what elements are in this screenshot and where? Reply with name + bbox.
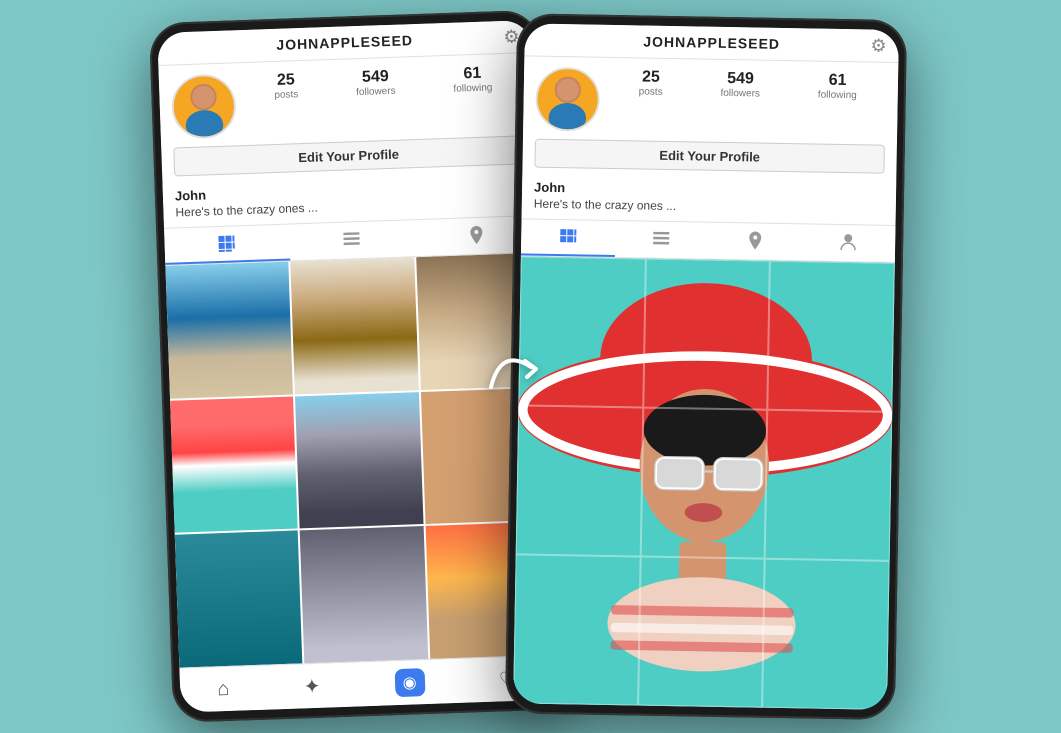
- right-followers-label: followers: [720, 87, 760, 99]
- left-stat-posts: 25 posts: [273, 71, 298, 101]
- right-username: JOHNAPPLESEED: [643, 33, 780, 51]
- right-phone: JOHNAPPLESEED ⚙ 25 posts: [504, 13, 906, 720]
- right-edit-profile-button[interactable]: Edit Your Profile: [534, 138, 884, 173]
- overlay-cell-5: [640, 407, 767, 558]
- overlay-cell-6: [764, 409, 891, 560]
- right-tab-grid[interactable]: [520, 219, 614, 257]
- right-following-number: 61: [828, 71, 846, 89]
- left-avatar: [170, 73, 236, 139]
- left-tab-grid[interactable]: [164, 224, 290, 264]
- grid-cell-1[interactable]: [165, 261, 293, 398]
- left-followers-label: followers: [355, 85, 395, 97]
- right-bio: John Here's to the crazy ones ...: [521, 175, 896, 225]
- woman-photo: [513, 256, 895, 709]
- right-phone-screen: JOHNAPPLESEED ⚙ 25 posts: [513, 23, 899, 709]
- right-avatar: [535, 66, 600, 131]
- left-photo-grid: [165, 252, 553, 667]
- left-stat-following: 61 following: [452, 64, 492, 94]
- left-nav-explore-icon[interactable]: ✦: [303, 673, 321, 699]
- left-profile-section: 25 posts 549 followers 61 following: [158, 52, 535, 147]
- left-nav-home-icon[interactable]: ⌂: [216, 677, 229, 700]
- overlay-cell-4: [515, 405, 642, 556]
- left-following-number: 61: [463, 64, 481, 83]
- left-username: JOHNAPPLESEED: [276, 32, 413, 53]
- right-followers-number: 549: [726, 69, 753, 87]
- left-followers-number: 549: [361, 67, 388, 86]
- right-header: JOHNAPPLESEED ⚙: [524, 23, 899, 63]
- left-tab-list[interactable]: [288, 220, 414, 260]
- scene: JOHNAPPLESEED ⚙ 25 posts: [0, 0, 1061, 733]
- right-posts-label: posts: [638, 86, 662, 97]
- grid-cell-2[interactable]: [290, 257, 418, 394]
- right-stats: 25 posts 549 followers 61 following: [609, 67, 885, 101]
- grid-cell-8[interactable]: [300, 526, 428, 663]
- right-tab-location[interactable]: [707, 222, 801, 260]
- right-stat-posts: 25 posts: [638, 68, 662, 97]
- grid-cell-5[interactable]: [295, 391, 423, 528]
- left-following-label: following: [453, 82, 492, 94]
- grid-overlay: [513, 256, 895, 709]
- overlay-cell-2: [642, 258, 769, 409]
- left-stats: 25 posts 549 followers 61 following: [244, 63, 521, 102]
- grid-cell-4[interactable]: [170, 396, 298, 533]
- right-tab-bar: [520, 218, 895, 263]
- transition-arrow: [481, 337, 561, 397]
- right-stat-followers: 549 followers: [720, 69, 760, 99]
- left-stat-followers: 549 followers: [355, 67, 395, 97]
- right-stat-following: 61 following: [817, 71, 856, 101]
- overlay-cell-8: [637, 556, 764, 707]
- grid-cell-7[interactable]: [174, 530, 302, 667]
- overlay-cell-9: [762, 558, 889, 709]
- left-posts-number: 25: [276, 71, 294, 90]
- right-posts-number: 25: [641, 68, 659, 86]
- left-nav-camera-icon[interactable]: ◉: [394, 668, 425, 697]
- right-gear-icon[interactable]: ⚙: [870, 34, 887, 55]
- right-following-label: following: [817, 89, 856, 101]
- overlay-cell-3: [767, 260, 894, 411]
- left-posts-label: posts: [274, 89, 298, 101]
- right-profile-section: 25 posts 549 followers 61 following: [522, 56, 897, 145]
- overlay-cell-7: [513, 554, 640, 705]
- right-tab-person[interactable]: [801, 224, 895, 262]
- right-big-image: [513, 256, 895, 709]
- right-tab-list[interactable]: [614, 221, 708, 259]
